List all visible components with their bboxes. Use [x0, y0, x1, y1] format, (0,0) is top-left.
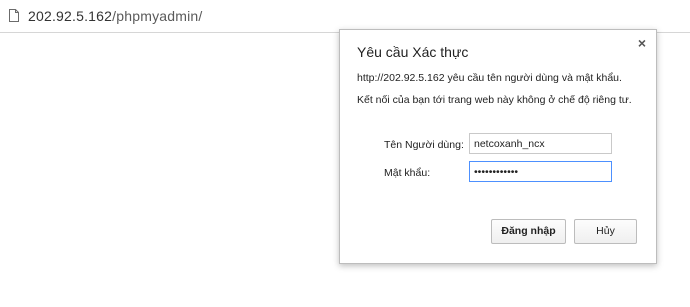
auth-message-url: http://202.92.5.162 yêu cầu tên người dù… [357, 72, 622, 84]
auth-message-privacy: Kết nối của bạn tới trang web này không … [357, 94, 632, 106]
username-input[interactable] [469, 133, 612, 154]
url-host: 202.92.5.162 [28, 8, 113, 24]
url-path: /phpmyadmin/ [112, 8, 203, 24]
password-input[interactable] [469, 161, 612, 182]
close-icon[interactable]: × [635, 36, 649, 50]
page-icon [9, 9, 19, 22]
password-label: Mật khẩu: [384, 167, 431, 179]
login-button[interactable]: Đăng nhập [491, 219, 566, 244]
url-text[interactable]: 202.92.5.162/phpmyadmin/ [28, 8, 203, 24]
browser-page: 202.92.5.162/phpmyadmin/ Yêu cầu Xác thự… [0, 0, 690, 307]
cancel-button[interactable]: Hủy [574, 219, 637, 244]
dialog-title: Yêu cầu Xác thực [357, 44, 469, 60]
username-label: Tên Người dùng: [384, 139, 464, 151]
auth-dialog: Yêu cầu Xác thực × http://202.92.5.162 y… [339, 29, 657, 264]
